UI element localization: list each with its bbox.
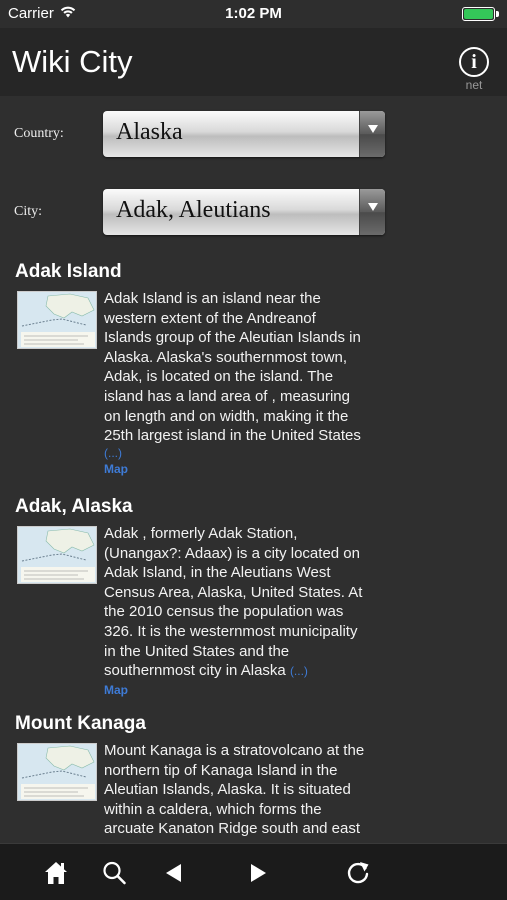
read-more-link[interactable]: (...): [290, 664, 308, 678]
article-summary: Mount Kanaga is a stratovolcano at the n…: [104, 742, 365, 838]
read-more-link[interactable]: (...): [104, 446, 386, 461]
article-item[interactable]: Adak Island Adak Island is an island nea…: [0, 261, 507, 491]
map-link[interactable]: Map: [104, 682, 386, 698]
map-thumbnail[interactable]: [17, 291, 97, 349]
app-title: Wiki City: [12, 44, 133, 79]
map-link[interactable]: Map: [104, 461, 386, 477]
city-select[interactable]: Adak, Aleutians: [103, 189, 385, 235]
article-item[interactable]: Mount Kanaga Mount Kanaga is a stratovol…: [0, 713, 507, 843]
chevron-down-icon: [359, 111, 385, 157]
country-select[interactable]: Alaska: [103, 111, 385, 157]
home-icon[interactable]: [41, 858, 71, 888]
status-bar: Carrier 1:02 PM: [0, 0, 507, 28]
content-area[interactable]: Country: Alaska City: Adak, Aleutians Ad…: [0, 96, 507, 843]
search-icon[interactable]: [99, 858, 129, 888]
map-thumbnail[interactable]: [17, 743, 97, 801]
map-thumbnail[interactable]: [17, 526, 97, 584]
article-title[interactable]: Adak, Alaska: [15, 496, 133, 518]
back-arrow-icon[interactable]: [159, 858, 189, 888]
article-item[interactable]: Adak, Alaska Adak , formerly Adak Statio…: [0, 496, 507, 708]
navigation-bar: Wiki City i net: [0, 28, 507, 96]
info-label: net: [465, 78, 483, 92]
clock: 1:02 PM: [225, 5, 282, 22]
article-title[interactable]: Adak Island: [15, 261, 122, 283]
chevron-down-icon: [359, 189, 385, 235]
refresh-icon[interactable]: [343, 858, 373, 888]
bottom-toolbar: [0, 843, 507, 900]
info-icon: i: [459, 47, 489, 77]
city-label: City:: [14, 204, 43, 219]
forward-arrow-icon[interactable]: [243, 858, 273, 888]
article-title[interactable]: Mount Kanaga: [15, 713, 146, 735]
country-label: Country:: [14, 126, 64, 141]
article-summary: Adak Island is an island near the wester…: [104, 289, 386, 477]
battery-icon: [462, 7, 499, 21]
city-value: Adak, Aleutians: [116, 197, 271, 223]
country-value: Alaska: [116, 119, 183, 145]
article-summary: Adak , formerly Adak Station, (Unangax?:…: [104, 524, 386, 698]
